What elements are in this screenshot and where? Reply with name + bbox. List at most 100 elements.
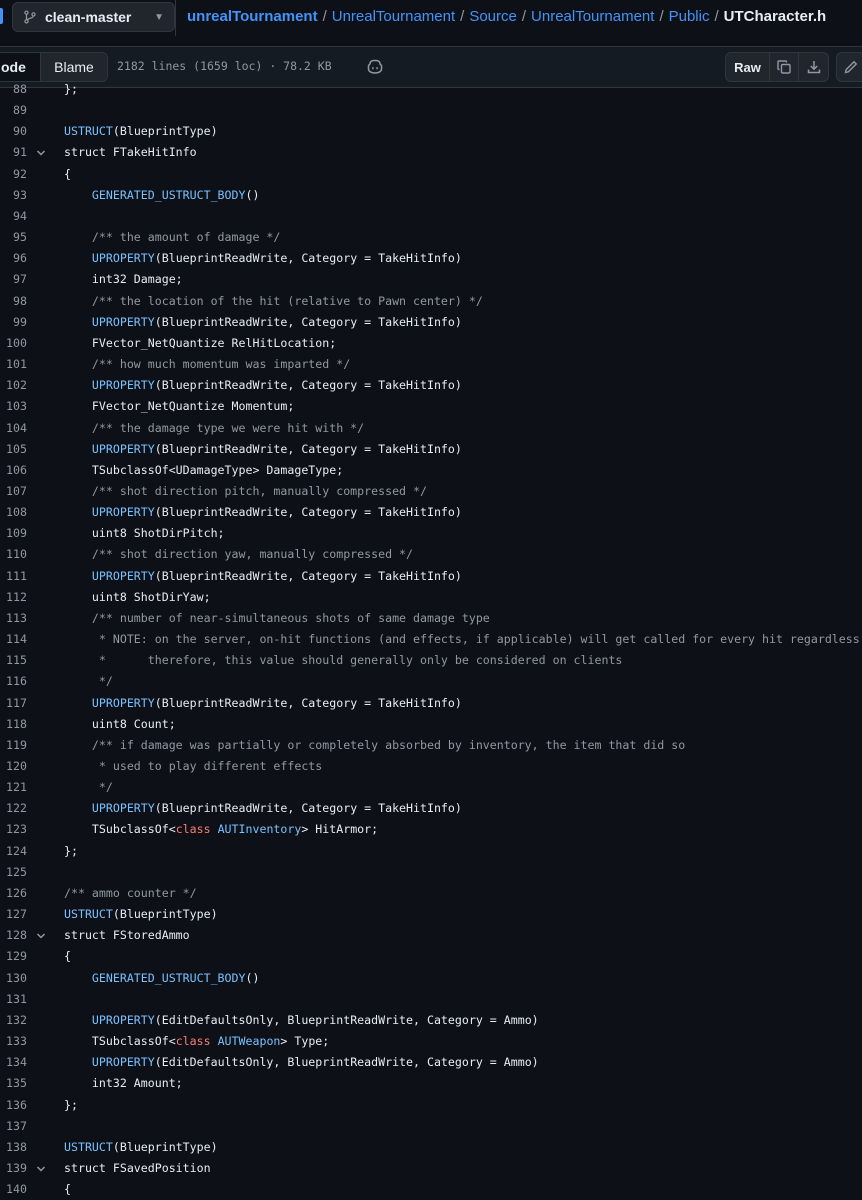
line-number[interactable]: 112	[0, 587, 27, 608]
line-number[interactable]: 131	[0, 989, 27, 1010]
line-number[interactable]: 105	[0, 439, 27, 460]
code-comment: /** number of near-simultaneous shots of…	[91, 610, 490, 625]
code-comment: /** shot direction pitch, manually compr…	[91, 483, 427, 498]
line-number[interactable]: 95	[0, 227, 27, 248]
divider	[175, 0, 176, 36]
line-number[interactable]: 125	[0, 862, 27, 883]
line-number[interactable]: 110	[0, 544, 27, 565]
code-text: /** shot direction yaw, manually compres…	[64, 544, 413, 565]
line-number[interactable]: 132	[0, 1010, 27, 1031]
edit-file-button[interactable]	[836, 52, 862, 82]
line-number[interactable]: 104	[0, 418, 27, 439]
copilot-icon[interactable]	[366, 58, 384, 76]
line-number[interactable]: 91	[0, 142, 27, 163]
code-line: 93 GENERATED_USTRUCT_BODY()	[0, 185, 862, 206]
code-line: 105 UPROPERTY(BlueprintReadWrite, Catego…	[0, 439, 862, 460]
raw-button[interactable]: Raw	[726, 53, 770, 81]
copy-button[interactable]	[770, 53, 799, 81]
line-number[interactable]: 133	[0, 1031, 27, 1052]
code-viewer[interactable]: 88}; 89 90 USTRUCT(BlueprintType) 91 struct F…	[0, 79, 862, 1200]
breadcrumb-link-folder[interactable]: UnrealTournament	[332, 8, 455, 25]
line-number[interactable]: 113	[0, 608, 27, 629]
fold-chevron-icon[interactable]	[36, 931, 46, 941]
line-number[interactable]: 108	[0, 502, 27, 523]
line-number[interactable]: 115	[0, 650, 27, 671]
line-number[interactable]: 124	[0, 841, 27, 862]
line-number[interactable]: 98	[0, 291, 27, 312]
code-line: 117 UPROPERTY(BlueprintReadWrite, Catego…	[0, 693, 862, 714]
code-text: int32 Damage;	[64, 269, 183, 290]
line-number[interactable]: 116	[0, 671, 27, 692]
code-text: };	[64, 841, 78, 862]
code-line: 135 int32 Amount;	[0, 1073, 862, 1094]
code-line: 126 /** ammo counter */	[0, 883, 862, 904]
line-number[interactable]: 114	[0, 629, 27, 650]
line-number[interactable]: 140	[0, 1179, 27, 1200]
line-number[interactable]: 97	[0, 269, 27, 290]
code-macro: UPROPERTY	[91, 441, 155, 456]
line-number[interactable]: 109	[0, 523, 27, 544]
line-number[interactable]: 96	[0, 248, 27, 269]
line-number[interactable]: 126	[0, 883, 27, 904]
line-number[interactable]: 89	[0, 100, 27, 121]
line-number[interactable]: 122	[0, 798, 27, 819]
code-line: 96 UPROPERTY(BlueprintReadWrite, Categor…	[0, 248, 862, 269]
line-number[interactable]: 94	[0, 206, 27, 227]
fold-chevron-icon[interactable]	[36, 1164, 46, 1174]
line-number[interactable]: 100	[0, 333, 27, 354]
line-number[interactable]: 107	[0, 481, 27, 502]
branch-selector-button[interactable]: clean-master ▼	[12, 2, 175, 32]
line-number[interactable]: 93	[0, 185, 27, 206]
line-number[interactable]: 121	[0, 777, 27, 798]
code-line: 107 /** shot direction pitch, manually c…	[0, 481, 862, 502]
code-token: };	[64, 82, 78, 96]
line-number[interactable]: 120	[0, 756, 27, 777]
line-number[interactable]: 102	[0, 375, 27, 396]
code-text: TSubclassOf<class AUTInventory> HitArmor…	[64, 819, 378, 840]
line-number[interactable]: 92	[0, 164, 27, 185]
line-number[interactable]: 138	[0, 1137, 27, 1158]
line-number[interactable]: 103	[0, 396, 27, 417]
download-button[interactable]	[799, 53, 828, 81]
line-number[interactable]: 134	[0, 1052, 27, 1073]
line-number[interactable]: 117	[0, 693, 27, 714]
line-number[interactable]: 123	[0, 819, 27, 840]
line-number[interactable]: 88	[0, 79, 27, 100]
line-number[interactable]: 127	[0, 904, 27, 925]
line-number[interactable]: 139	[0, 1158, 27, 1179]
code-text: TSubclassOf<class AUTWeapon> Type;	[64, 1031, 329, 1052]
line-number[interactable]: 111	[0, 566, 27, 587]
breadcrumb-link-folder[interactable]: Public	[669, 8, 710, 25]
line-number[interactable]: 129	[0, 946, 27, 967]
code-text: * therefore, this value should generally…	[64, 650, 623, 671]
line-number[interactable]: 135	[0, 1073, 27, 1094]
line-number[interactable]: 118	[0, 714, 27, 735]
blame-view-button[interactable]: Blame	[41, 53, 107, 81]
code-token: int32 Amount;	[64, 1076, 183, 1091]
code-comment: * therefore, this value should generally…	[91, 653, 623, 668]
breadcrumb-link-repo[interactable]: unrealTournament	[187, 8, 318, 25]
line-number[interactable]: 99	[0, 312, 27, 333]
line-number[interactable]: 106	[0, 460, 27, 481]
code-text: UPROPERTY(BlueprintReadWrite, Category =…	[64, 439, 462, 460]
code-text: /** if damage was partially or completel…	[64, 735, 685, 756]
line-number[interactable]: 128	[0, 925, 27, 946]
line-number[interactable]: 101	[0, 354, 27, 375]
breadcrumb-link-folder[interactable]: Source	[469, 8, 517, 25]
line-number[interactable]: 136	[0, 1095, 27, 1116]
line-number[interactable]: 90	[0, 121, 27, 142]
line-number[interactable]: 119	[0, 735, 27, 756]
breadcrumb-link-folder[interactable]: UnrealTournament	[531, 8, 654, 25]
line-number[interactable]: 130	[0, 968, 27, 989]
code-view-button[interactable]: ode	[0, 53, 41, 81]
fold-chevron-icon[interactable]	[36, 148, 46, 158]
sidebar-toggle-edge[interactable]	[0, 8, 3, 24]
code-token: (BlueprintReadWrite, Category = TakeHitI…	[154, 801, 462, 816]
line-number[interactable]: 137	[0, 1116, 27, 1137]
